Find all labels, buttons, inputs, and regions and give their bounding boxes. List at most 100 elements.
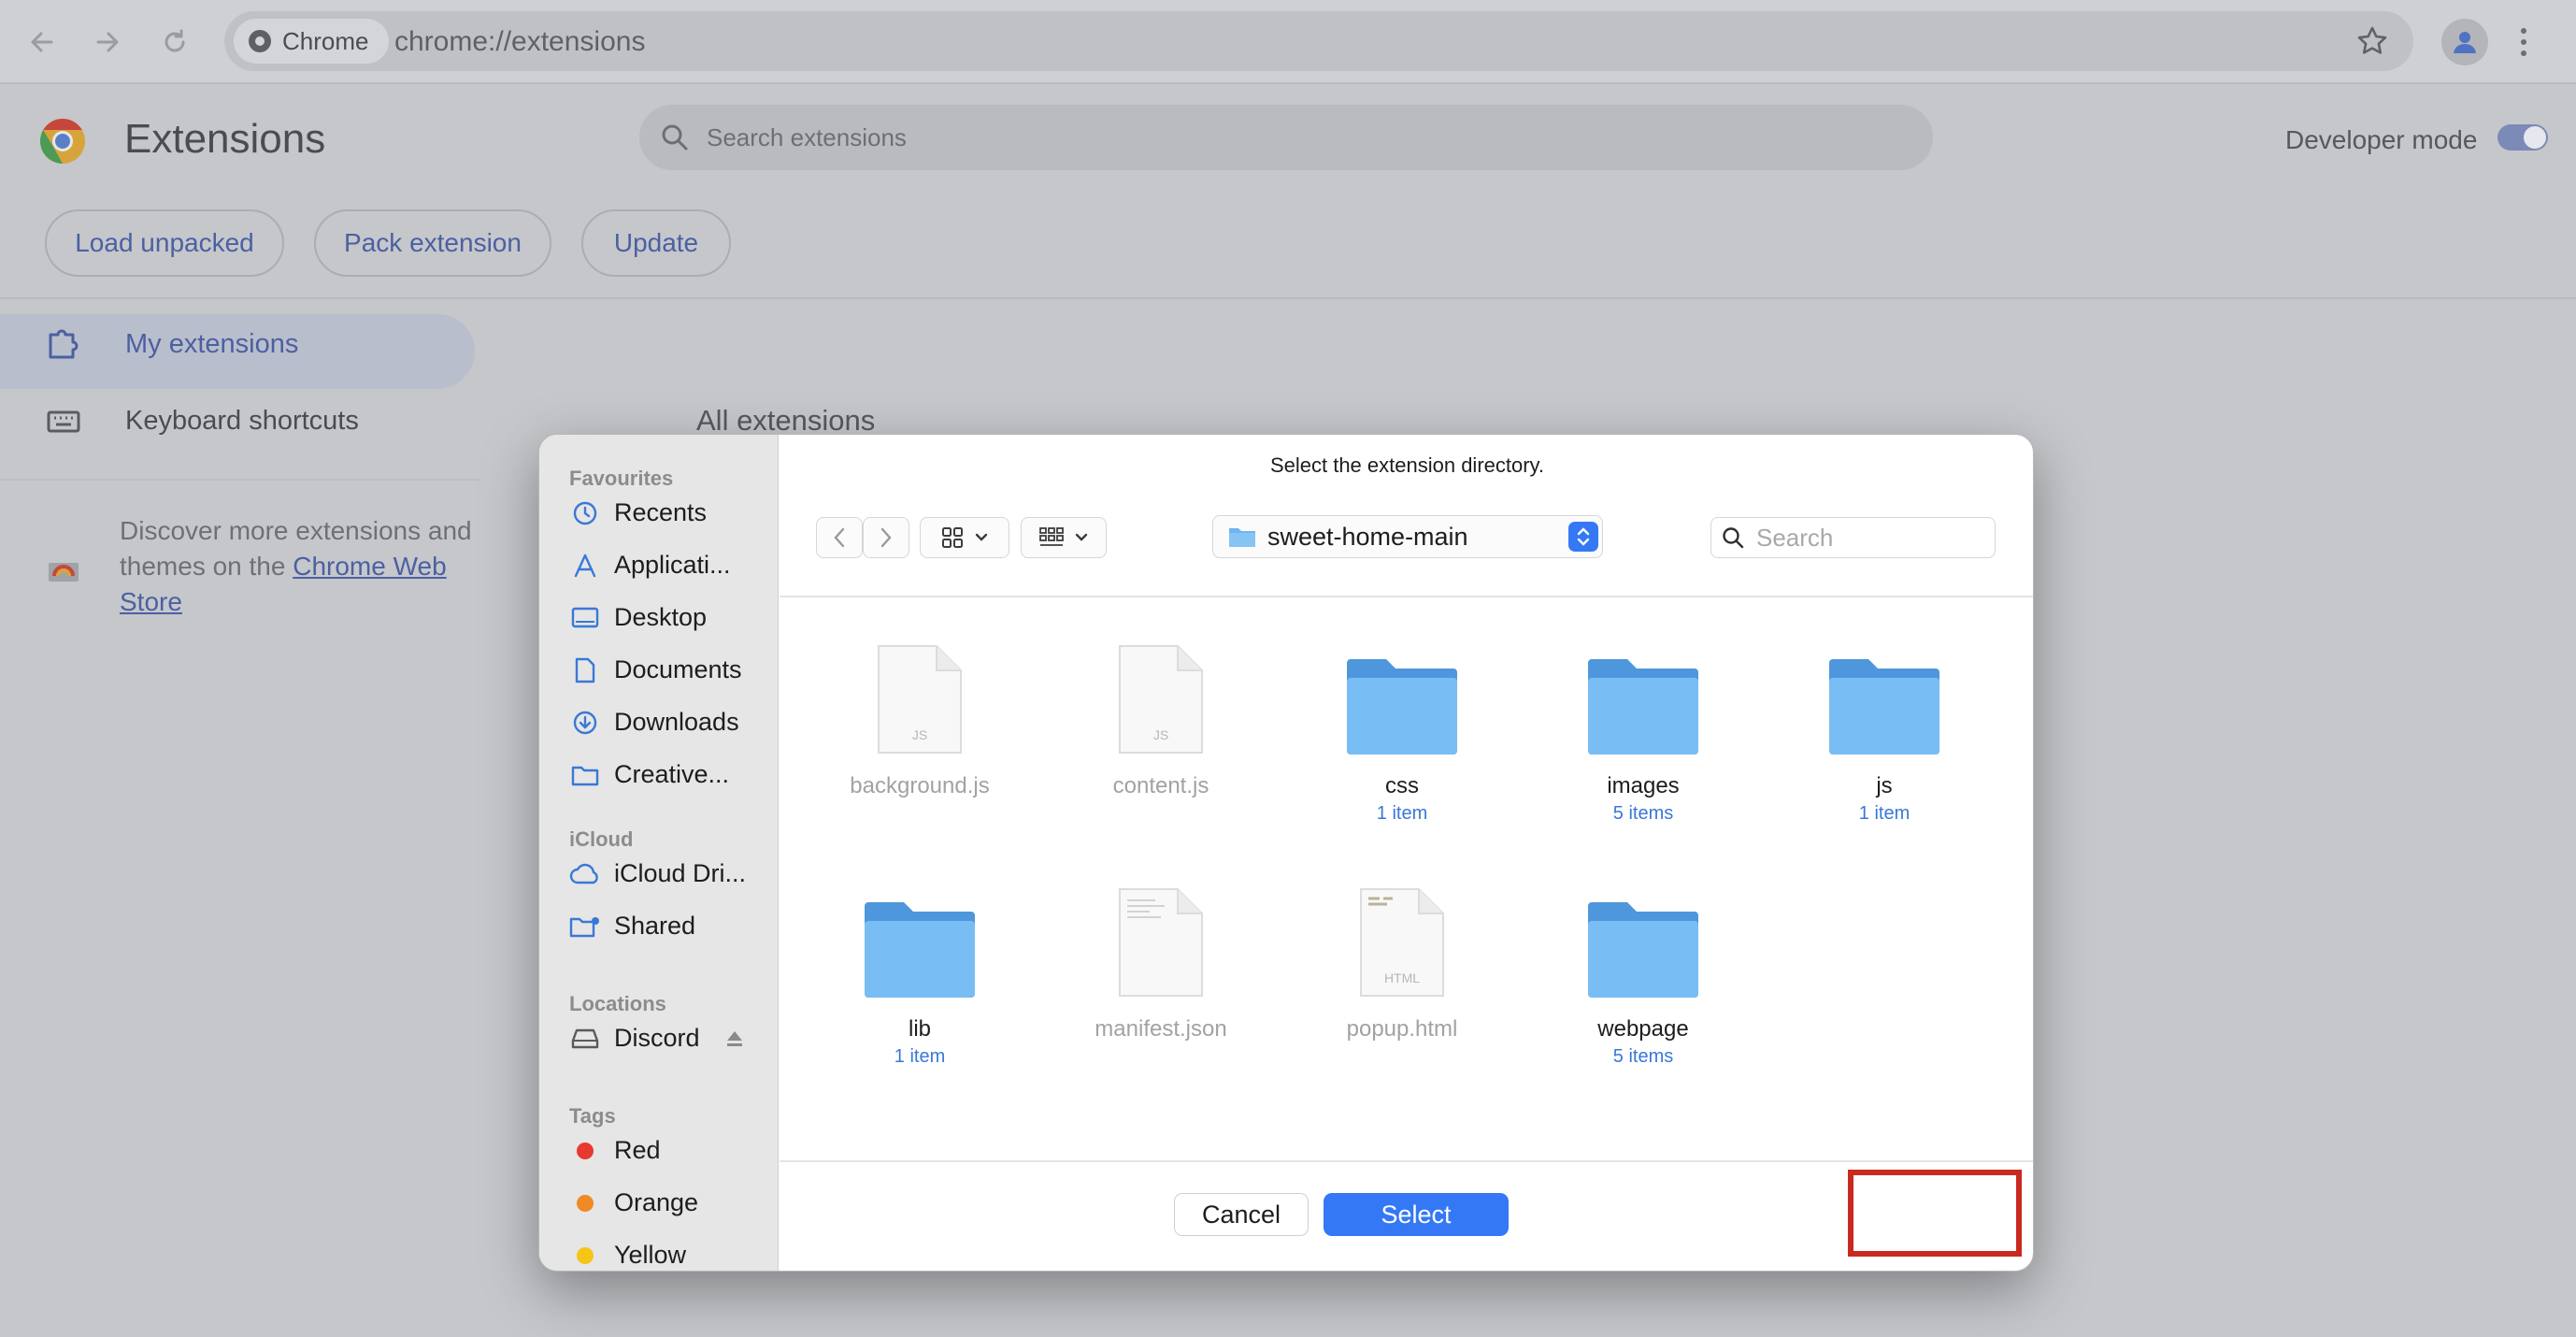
folder-path-popup[interactable]: sweet-home-main — [1212, 515, 1603, 558]
shared-folder-icon — [569, 916, 599, 937]
nav-item-my-extensions[interactable]: My extensions — [45, 325, 298, 363]
file-name: popup.html — [1346, 1016, 1458, 1042]
address-bar[interactable]: Chrome chrome://extensions — [224, 11, 2413, 71]
html-file-badge: HTML — [1384, 970, 1420, 985]
document-icon — [575, 657, 595, 683]
sidebar-item-discord[interactable]: Discord — [569, 1024, 745, 1053]
folder-item[interactable]: webpage 5 items — [1540, 878, 1746, 1068]
dialog-sidebar: Favourites Recents Applicati... Desktop … — [539, 435, 779, 1271]
folder-icon — [571, 766, 599, 785]
file-item[interactable]: HTML popup.html — [1299, 878, 1505, 1042]
file-name: images — [1607, 773, 1680, 798]
more-menu-icon[interactable] — [2518, 26, 2529, 60]
folder-icon — [1229, 528, 1255, 547]
eject-icon[interactable] — [724, 1029, 745, 1048]
group-by-button[interactable] — [1021, 517, 1107, 558]
sidebar-item-applications[interactable]: Applicati... — [569, 551, 731, 580]
sidebar-item-label: Orange — [614, 1188, 699, 1216]
up-down-chevron-icon — [1577, 527, 1590, 546]
sidebar-item-shared[interactable]: Shared — [569, 912, 695, 941]
pack-extension-button[interactable]: Pack extension — [314, 209, 551, 277]
url-text[interactable]: chrome://extensions — [394, 26, 645, 58]
drive-icon — [571, 1028, 599, 1048]
file-item[interactable]: JS background.js — [817, 635, 1023, 799]
grid-view-icon — [942, 527, 963, 548]
html-file-icon: HTML — [1360, 888, 1444, 997]
reload-button[interactable] — [153, 21, 196, 64]
sidebar-tag-yellow[interactable]: Yellow — [569, 1241, 686, 1270]
reload-icon — [165, 29, 185, 52]
sidebar-item-label: Shared — [614, 912, 696, 940]
item-count: 1 item — [1858, 803, 1911, 824]
folder-item[interactable]: js 1 item — [1782, 635, 1987, 825]
chevron-left-icon — [834, 527, 845, 548]
nav-item-keyboard-shortcuts[interactable]: Keyboard shortcuts — [45, 402, 359, 439]
view-mode-button[interactable] — [920, 517, 1009, 558]
yellow-tag-dot — [577, 1246, 594, 1264]
site-chip-label: Chrome — [282, 26, 369, 55]
select-button[interactable]: Select — [1324, 1193, 1509, 1236]
sidebar-item-label: Applicati... — [614, 551, 731, 579]
sidebar-item-documents[interactable]: Documents — [569, 655, 742, 684]
all-extensions-heading: All extensions — [696, 404, 876, 437]
sidebar-tag-red[interactable]: Red — [569, 1136, 661, 1165]
sidebar-item-recents[interactable]: Recents — [569, 498, 707, 527]
dialog-main: Select the extension directory. sweet-ho… — [780, 435, 2033, 1271]
profile-avatar[interactable] — [2441, 19, 2488, 65]
folder-item[interactable]: css 1 item — [1299, 635, 1505, 825]
folder-icon — [1588, 659, 1698, 755]
sidebar-item-label: Red — [614, 1136, 661, 1164]
developer-mode-label: Developer mode — [2285, 125, 2478, 154]
chevron-right-icon — [880, 527, 892, 548]
file-name: lib — [908, 1016, 931, 1042]
file-item[interactable]: JS content.js — [1058, 635, 1264, 799]
file-name: webpage — [1597, 1016, 1689, 1042]
search-extensions-input[interactable]: Search extensions — [639, 105, 1933, 170]
sidebar-item-label: Discord — [614, 1024, 700, 1052]
sidebar-item-icloud-drive[interactable]: iCloud Dri... — [569, 859, 746, 888]
folder-icon — [865, 902, 975, 998]
folder-item[interactable]: lib 1 item — [817, 878, 1023, 1068]
cancel-button[interactable]: Cancel — [1174, 1193, 1309, 1236]
page-title: Extensions — [124, 116, 326, 162]
sidebar-item-desktop[interactable]: Desktop — [569, 603, 707, 632]
bookmark-star-icon[interactable] — [2355, 24, 2389, 58]
person-icon — [2454, 32, 2476, 53]
load-unpacked-button[interactable]: Load unpacked — [45, 209, 284, 277]
sidebar-item-label: Recents — [614, 498, 708, 526]
web-store-icon — [49, 563, 79, 582]
chrome-logo-icon — [39, 118, 85, 164]
sidebar-tag-orange[interactable]: Orange — [569, 1188, 698, 1217]
icloud-section-label: iCloud — [569, 827, 634, 851]
footer-divider — [780, 1160, 2033, 1162]
nav-item-label: My extensions — [125, 328, 299, 359]
dialog-search-field[interactable]: Search — [1710, 517, 1996, 558]
file-item[interactable]: manifest.json — [1058, 878, 1264, 1042]
search-placeholder: Search extensions — [707, 122, 907, 151]
clock-icon — [573, 501, 597, 525]
forward-nav-button[interactable] — [863, 517, 909, 558]
update-button[interactable]: Update — [581, 209, 731, 277]
tags-section-label: Tags — [569, 1104, 616, 1128]
sidebar-item-creative[interactable]: Creative... — [569, 760, 729, 789]
sidebar-divider — [0, 479, 480, 481]
sidebar-item-label: Desktop — [614, 603, 708, 631]
back-nav-button[interactable] — [816, 517, 863, 558]
cloud-icon — [569, 863, 598, 884]
file-name: content.js — [1112, 773, 1209, 798]
js-file-badge: JS — [912, 727, 927, 742]
red-tag-dot — [577, 1142, 594, 1159]
chevron-down-icon — [1075, 533, 1088, 541]
current-folder-label: sweet-home-main — [1267, 522, 1468, 551]
back-arrow-icon — [31, 32, 53, 52]
sidebar-item-label: Downloads — [614, 708, 739, 736]
sidebar-item-downloads[interactable]: Downloads — [569, 708, 739, 737]
nav-item-label: Keyboard shortcuts — [125, 405, 359, 436]
forward-button[interactable] — [86, 21, 129, 64]
site-chip[interactable]: Chrome — [234, 19, 390, 64]
forward-arrow-icon — [96, 32, 119, 52]
back-button[interactable] — [21, 21, 64, 64]
folder-item[interactable]: images 5 items — [1540, 635, 1746, 825]
download-icon — [573, 711, 597, 734]
developer-mode-toggle[interactable] — [2497, 124, 2548, 151]
